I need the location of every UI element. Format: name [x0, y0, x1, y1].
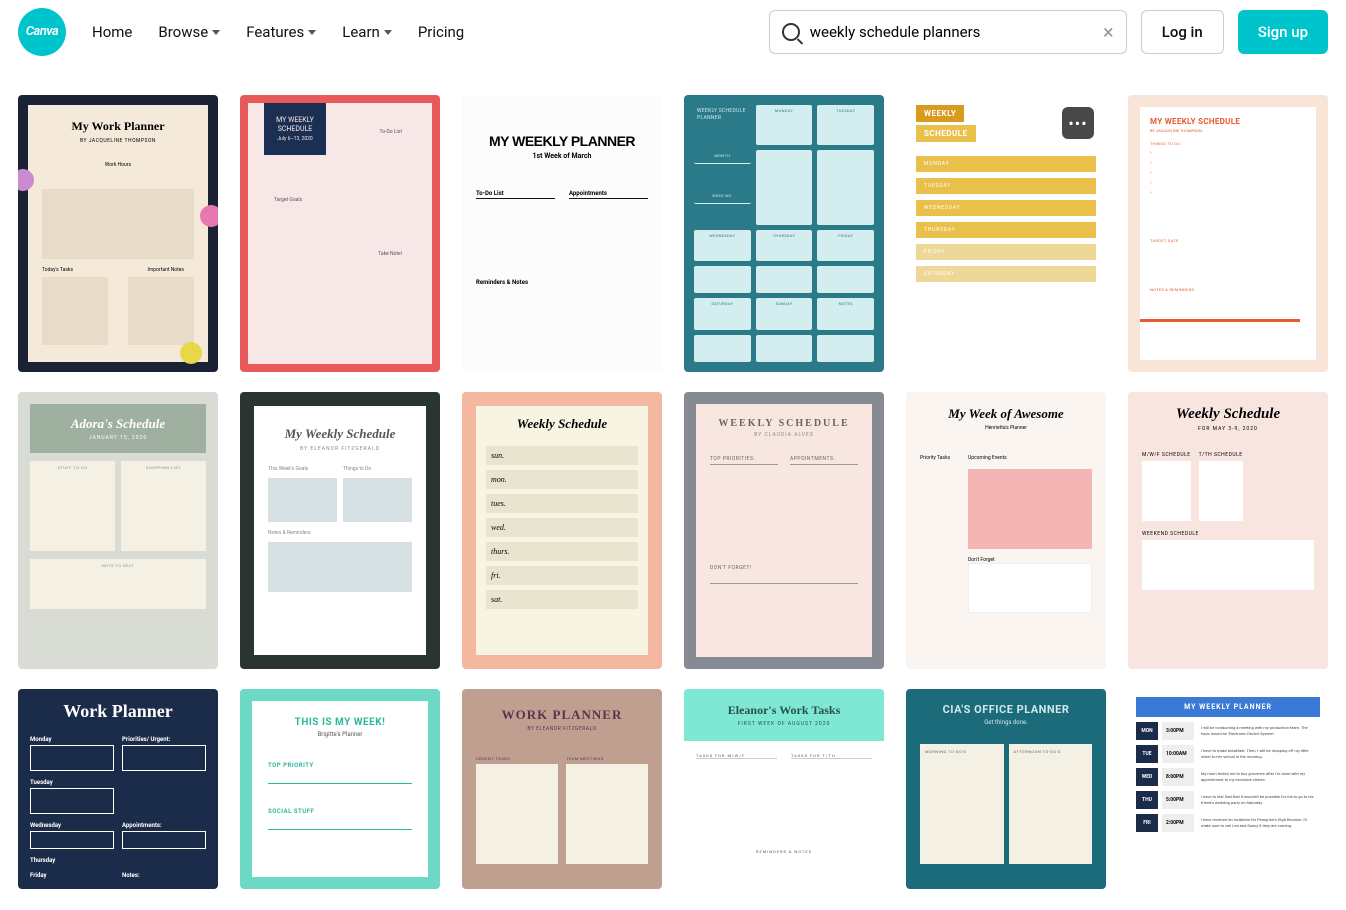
- flower-icon: [180, 342, 202, 364]
- flower-icon: [200, 205, 218, 227]
- card-title: WORK PLANNER: [476, 707, 648, 723]
- card-title: My Week of Awesome: [920, 406, 1092, 422]
- template-card[interactable]: WORK PLANNER BY ELEANOR FITZGERALD URGEN…: [462, 689, 662, 889]
- card-title: Weekly Schedule: [486, 416, 638, 432]
- chevron-down-icon: [212, 30, 220, 35]
- card-title: MY WEEKLY PLANNER: [1136, 697, 1320, 717]
- search-input[interactable]: [810, 23, 1093, 41]
- template-card[interactable]: MY WEEKLY PLANNER MON3:00PMI will be con…: [1128, 689, 1328, 889]
- nav-learn[interactable]: Learn: [332, 15, 402, 49]
- template-card[interactable]: WEEKLY SCHEDULE MONDAY TUESDAY WEDNESDAY…: [906, 95, 1106, 372]
- template-card[interactable]: MY WEEKLY PLANNER 1st Week of March To-D…: [462, 95, 662, 372]
- card-title: CIA'S OFFICE PLANNER: [920, 703, 1092, 716]
- template-card[interactable]: Weekly Schedule sun. mon. tues. wed. thu…: [462, 392, 662, 669]
- template-card[interactable]: WEEKLY SCHEDULE BY CLAUDIA ALVES TOP PRI…: [684, 392, 884, 669]
- card-title: My Work Planner: [42, 119, 194, 134]
- card-title: THIS IS MY WEEK!: [268, 717, 412, 728]
- card-title: WEEKLY SCHEDULE: [710, 418, 858, 429]
- login-button[interactable]: Log in: [1141, 10, 1224, 54]
- nav-pricing[interactable]: Pricing: [408, 15, 474, 49]
- nav-browse[interactable]: Browse: [148, 15, 230, 49]
- card-title: Work Planner: [30, 701, 206, 722]
- card-title: Adora's Schedule: [42, 416, 194, 432]
- more-options-icon[interactable]: •••: [1062, 107, 1094, 139]
- clear-icon[interactable]: ×: [1103, 20, 1114, 44]
- template-card[interactable]: My Weekly Schedule BY ELEANOR FITZGERALD…: [240, 392, 440, 669]
- search-icon: [782, 23, 800, 41]
- template-card[interactable]: MY WEEKLY SCHEDULEJuly 6–13, 2020 To-Do …: [240, 95, 440, 372]
- signup-button[interactable]: Sign up: [1238, 10, 1328, 54]
- card-title: Eleanor's Work Tasks: [698, 703, 870, 718]
- search-box[interactable]: ×: [769, 10, 1127, 54]
- template-card[interactable]: THIS IS MY WEEK! Brigitte's Planner TOP …: [240, 689, 440, 889]
- template-card[interactable]: Work Planner Monday Priorities/ Urgent: …: [18, 689, 218, 889]
- template-card[interactable]: Adora's ScheduleJANUARY 15, 2020 STUFF T…: [18, 392, 218, 669]
- template-card[interactable]: Eleanor's Work TasksFIRST WEEK OF AUGUST…: [684, 689, 884, 889]
- template-card[interactable]: My Work Planner BY JACQUELINE THOMPSON W…: [18, 95, 218, 372]
- card-title: MY WEEKLY PLANNER: [476, 133, 648, 149]
- template-card[interactable]: WEEKLY SCHEDULE PLANNER MONDAY TUESDAY M…: [684, 95, 884, 372]
- template-card[interactable]: My Week of Awesome Henrietta's Planner P…: [906, 392, 1106, 669]
- card-title: My Weekly Schedule: [268, 426, 412, 442]
- card-title: MY WEEKLY SCHEDULE: [1150, 117, 1306, 126]
- template-card[interactable]: CIA'S OFFICE PLANNER Get things done. MO…: [906, 689, 1106, 889]
- chevron-down-icon: [308, 30, 316, 35]
- canva-logo[interactable]: Canva: [18, 8, 66, 56]
- nav-features[interactable]: Features: [236, 15, 326, 49]
- template-card[interactable]: MY WEEKLY SCHEDULE BY JACQUELINE THOMPSO…: [1128, 95, 1328, 372]
- chevron-down-icon: [384, 30, 392, 35]
- card-title: Weekly Schedule: [1142, 406, 1314, 423]
- nav-home[interactable]: Home: [82, 15, 142, 49]
- template-card[interactable]: Weekly Schedule FOR MAY 3-9, 2020 M/W/F …: [1128, 392, 1328, 669]
